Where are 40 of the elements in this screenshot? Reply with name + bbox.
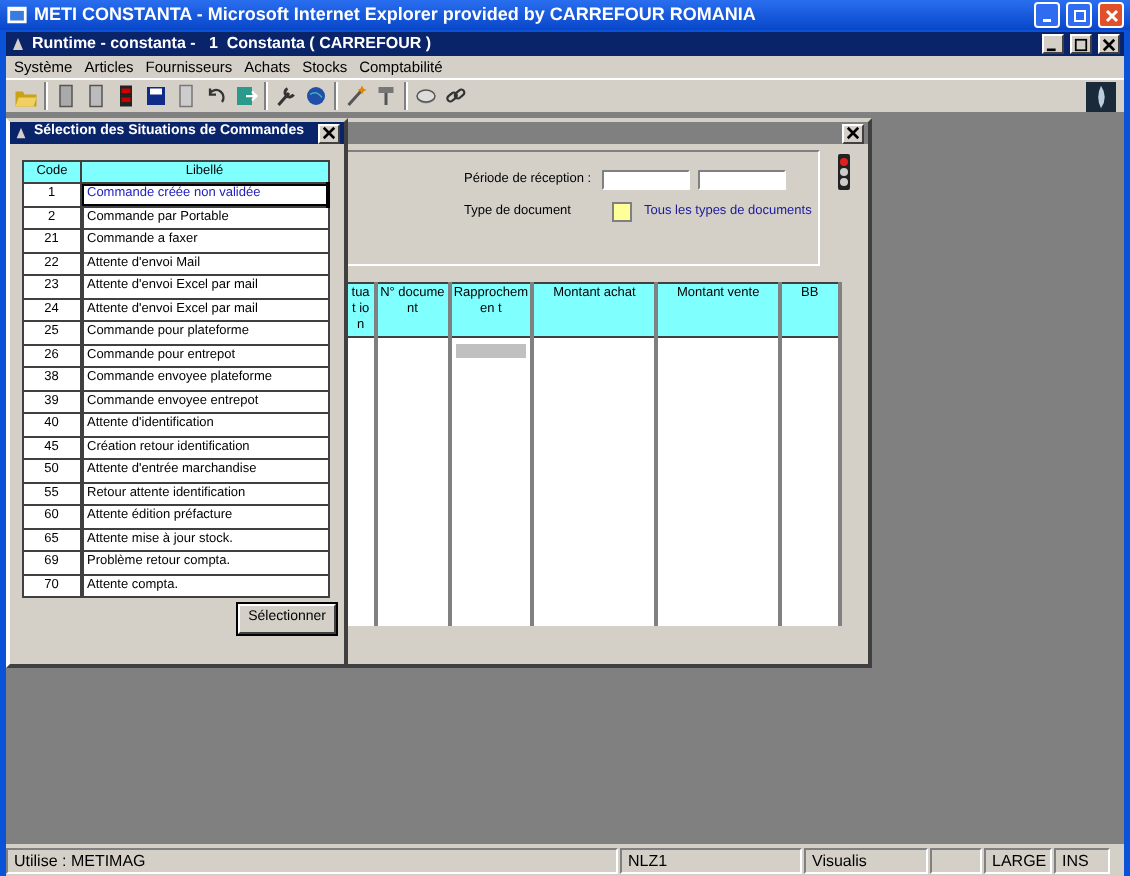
window-title: METI CONSTANTA - Microsoft Internet Explorer provided by CARREFOUR ROMANIA bbox=[34, 1, 758, 28]
close-icon bbox=[322, 126, 336, 140]
status-text: Visualis bbox=[804, 847, 928, 873]
disk-icon[interactable] bbox=[414, 84, 438, 108]
stamp-icon[interactable] bbox=[374, 84, 398, 108]
save-icon[interactable] bbox=[144, 84, 168, 108]
maximize-button[interactable] bbox=[1066, 2, 1092, 28]
document-icon[interactable] bbox=[114, 84, 138, 108]
traffic-light-icon bbox=[836, 154, 852, 190]
maximize-icon bbox=[1071, 7, 1087, 23]
date-field[interactable] bbox=[697, 170, 786, 190]
close-button[interactable] bbox=[1098, 34, 1120, 54]
document-icon[interactable] bbox=[84, 84, 108, 108]
status-text: LARGE bbox=[984, 847, 1052, 873]
globe-icon[interactable] bbox=[304, 84, 328, 108]
status-text: INS bbox=[1054, 847, 1110, 873]
close-icon bbox=[1103, 7, 1119, 23]
document-icon[interactable] bbox=[54, 84, 78, 108]
close-icon bbox=[1102, 37, 1116, 51]
checkbox[interactable] bbox=[612, 202, 632, 222]
status-pane bbox=[930, 847, 982, 873]
restore-button[interactable] bbox=[1070, 34, 1092, 54]
status-text: NLZ1 bbox=[620, 847, 802, 873]
app-icon bbox=[14, 126, 28, 140]
close-button[interactable] bbox=[318, 123, 340, 143]
wrench-icon[interactable] bbox=[274, 84, 298, 108]
minimize-button[interactable] bbox=[1042, 34, 1064, 54]
close-button[interactable] bbox=[842, 123, 864, 143]
undo-icon[interactable] bbox=[204, 84, 228, 108]
ie-logo-icon bbox=[6, 4, 28, 26]
wand-icon[interactable] bbox=[344, 84, 368, 108]
link-icon[interactable] bbox=[444, 84, 468, 108]
logo-icon bbox=[1086, 81, 1116, 111]
table-cell bbox=[455, 344, 527, 358]
status-text: Utilise : METIMAG bbox=[6, 847, 618, 873]
restore-icon bbox=[1074, 37, 1088, 51]
window-title: Runtime - constanta - 1 Constanta ( CARREFOUR ) bbox=[32, 32, 434, 56]
close-icon bbox=[846, 126, 860, 140]
date-field[interactable] bbox=[601, 170, 690, 190]
app-icon bbox=[10, 36, 26, 52]
